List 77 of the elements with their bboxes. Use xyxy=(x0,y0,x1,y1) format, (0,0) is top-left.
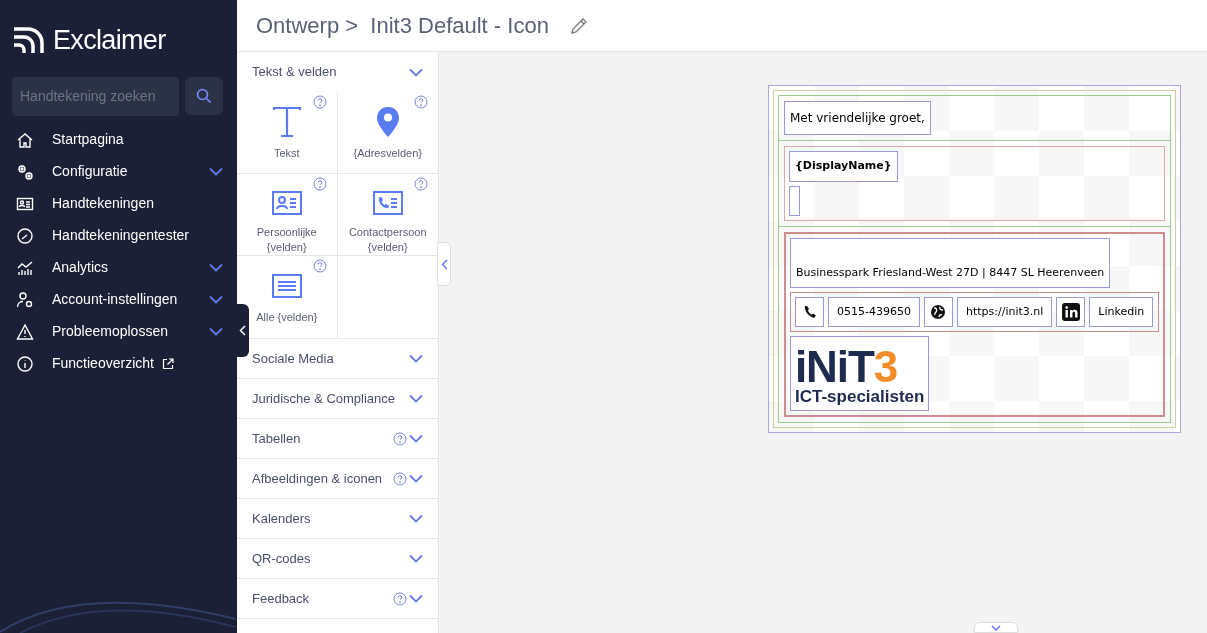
brand-name: Exclaimer xyxy=(53,24,166,57)
linkedin-icon xyxy=(1061,303,1080,321)
chevron-down-icon xyxy=(209,263,223,272)
chevron-down-icon xyxy=(409,514,423,523)
section-header[interactable]: Juridische & Compliance xyxy=(237,379,438,419)
breadcrumb-title: Ontwerp > Init3 Default - Icon xyxy=(256,12,549,40)
contact-text: https://init3.nl xyxy=(956,297,1053,327)
chevron-down-icon xyxy=(409,594,423,603)
section-header[interactable]: Sociale Media xyxy=(237,339,438,379)
chevron-down-icon xyxy=(409,474,423,483)
help-icon[interactable] xyxy=(393,591,407,606)
address-text: Businesspark Friesland-West 27D | 8447 SL Heerenveen xyxy=(790,237,1111,288)
nav-item[interactable]: Probleemoplossen xyxy=(0,315,237,348)
section-header[interactable]: Tekst & velden xyxy=(237,52,438,92)
nav-item[interactable]: Handtekeningen xyxy=(0,187,237,220)
text-icon xyxy=(271,106,302,138)
gears-icon xyxy=(16,162,34,181)
external-link-icon xyxy=(161,357,174,370)
chevron-down-icon xyxy=(991,624,1001,631)
chevron-down-icon xyxy=(409,554,423,563)
search-icon xyxy=(196,87,212,104)
gauge-icon xyxy=(16,226,34,245)
nav-item[interactable]: Startpagina xyxy=(0,123,237,156)
section-header[interactable]: QR-codes xyxy=(237,539,438,579)
nav-item[interactable]: Functieoverzicht xyxy=(0,347,237,380)
chevron-down-icon xyxy=(409,434,423,443)
nav-item[interactable]: Handtekeningentester xyxy=(0,219,237,252)
chevron-down-icon xyxy=(409,394,423,403)
text-block-icon xyxy=(271,274,302,298)
help-icon[interactable] xyxy=(414,95,428,109)
user-gear-icon xyxy=(16,290,34,309)
display-name-field: {DisplayName} xyxy=(789,151,898,182)
collapse-sidebar-button[interactable] xyxy=(236,304,249,357)
chevron-left-icon xyxy=(239,325,246,336)
empty-field xyxy=(789,185,800,216)
element-tile[interactable]: Persoonlijke {velden} xyxy=(237,174,338,256)
element-tile[interactable]: Tekst xyxy=(237,92,338,174)
help-icon[interactable] xyxy=(393,471,407,486)
help-icon[interactable] xyxy=(312,259,327,273)
warning-icon xyxy=(16,322,34,341)
chevron-down-icon xyxy=(209,295,223,304)
greeting-text: Met vriendelijke groet, xyxy=(784,101,931,135)
logo-icon xyxy=(12,26,45,55)
info-icon xyxy=(16,354,34,373)
section-header[interactable]: Tabellen xyxy=(237,419,438,459)
nav-item[interactable]: Account-instellingen xyxy=(0,283,237,316)
company-logo: iNiT3 ICT-specialisten xyxy=(790,336,930,411)
chevron-down-icon xyxy=(409,67,423,77)
chevron-left-icon xyxy=(440,258,448,270)
nav-item[interactable]: Analytics xyxy=(0,251,237,284)
help-icon[interactable] xyxy=(312,177,327,191)
element-tile[interactable]: Alle {velden} xyxy=(237,256,338,338)
element-tile[interactable]: Contactpersoon {velden} xyxy=(337,174,438,256)
search-button[interactable] xyxy=(185,76,223,115)
chevron-down-icon xyxy=(209,167,223,176)
help-icon[interactable] xyxy=(393,431,407,446)
contact-text: Linkedin xyxy=(1089,297,1154,327)
nav-item[interactable]: Configuratie xyxy=(0,155,237,188)
section-header[interactable]: Afbeeldingen & iconen xyxy=(237,459,438,499)
help-icon[interactable] xyxy=(312,95,327,109)
element-tile[interactable]: {Adresvelden} xyxy=(337,92,438,174)
home-icon xyxy=(16,130,34,149)
phone-icon xyxy=(802,305,817,319)
contact-text: 0515-439650 xyxy=(828,297,920,327)
location-pin-icon xyxy=(375,106,400,138)
help-icon[interactable] xyxy=(414,177,428,191)
globe-icon xyxy=(930,304,947,320)
search-field[interactable]: Handtekening zoeken xyxy=(12,76,179,116)
expand-button[interactable] xyxy=(974,622,1018,633)
contact-card-icon xyxy=(271,190,302,215)
phone-card-icon xyxy=(372,190,403,215)
chart-icon xyxy=(16,258,34,277)
chevron-down-icon xyxy=(409,354,423,363)
section-header[interactable]: Feedback xyxy=(237,579,438,619)
collapse-panel-button[interactable] xyxy=(437,242,451,286)
chevron-down-icon xyxy=(209,327,223,336)
section-header[interactable]: Kalenders xyxy=(237,499,438,539)
